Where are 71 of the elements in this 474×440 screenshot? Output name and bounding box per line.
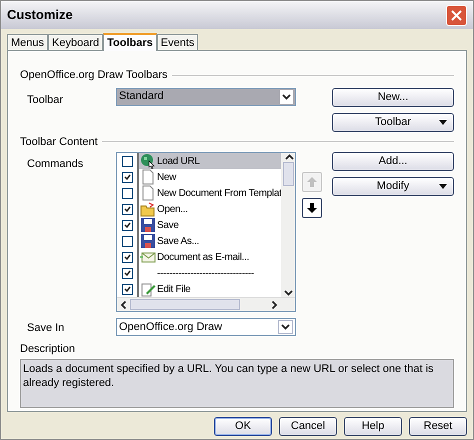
add-button[interactable]: Add...: [332, 152, 454, 171]
command-item[interactable]: Save As...: [117, 233, 281, 249]
folder-icon: [140, 201, 156, 217]
section-heading: Toolbar Content: [20, 134, 98, 150]
scroll-up-icon: [284, 154, 294, 160]
arrow-up-icon: [306, 176, 318, 188]
chevron-down-icon: [281, 324, 290, 330]
tab[interactable]: Toolbars: [103, 33, 157, 51]
caret-down-icon: [439, 184, 447, 189]
arrow-down-icon: [306, 202, 318, 214]
tab[interactable]: Keyboard: [48, 34, 104, 50]
save-in-select[interactable]: OpenOffice.org Draw: [116, 318, 296, 336]
checkbox[interactable]: [122, 220, 132, 230]
field-label: Commands: [26, 157, 84, 172]
command-label: Document as E-mail...: [157, 250, 250, 264]
window-title: Customize: [7, 6, 73, 24]
command-label: Save: [157, 218, 179, 232]
horizontal-scrollbar[interactable]: [117, 297, 295, 311]
tab[interactable]: Events: [156, 34, 198, 50]
close-icon: [451, 10, 462, 20]
description-box: Loads a document specified by a URL. You can type a new URL or select one that is already registered.: [20, 359, 454, 408]
scroll-left-icon: [120, 300, 126, 309]
toolbar-menu-button[interactable]: Toolbar: [332, 112, 454, 132]
scroll-thumb[interactable]: [130, 299, 240, 310]
check-icon: [124, 174, 130, 180]
checkbox[interactable]: [122, 172, 132, 182]
close-button[interactable]: [446, 4, 467, 26]
command-label: Edit File: [157, 282, 190, 296]
dialog-button[interactable]: Help: [344, 417, 402, 436]
checkbox[interactable]: [122, 236, 132, 246]
check-icon: [124, 286, 130, 292]
check-icon: [124, 222, 130, 228]
edit-page-icon: [140, 281, 156, 297]
command-label: New: [157, 170, 176, 184]
field-label: Save In: [26, 321, 66, 336]
checkbox[interactable]: [122, 204, 132, 214]
command-item[interactable]: Save: [117, 217, 281, 233]
toolbar-select[interactable]: Standard: [116, 88, 296, 106]
command-label: Load URL: [157, 154, 200, 168]
command-item[interactable]: Load URL: [117, 153, 281, 169]
command-label: Save As...: [157, 234, 200, 248]
vertical-scrollbar[interactable]: [281, 153, 295, 297]
checkbox[interactable]: [122, 268, 132, 278]
checkbox[interactable]: [122, 252, 132, 262]
dialog-button[interactable]: Reset: [409, 417, 467, 436]
command-item[interactable]: New: [117, 169, 281, 185]
move-down-button[interactable]: [302, 198, 322, 218]
caret-down-icon: [439, 120, 447, 124]
dialog-button[interactable]: Cancel: [279, 417, 337, 436]
scroll-thumb[interactable]: [282, 162, 294, 186]
checkbox[interactable]: [122, 156, 132, 166]
command-item[interactable]: Document as E-mail...: [117, 249, 281, 265]
modify-menu-button[interactable]: Modify: [332, 177, 454, 196]
checkbox[interactable]: [122, 188, 132, 198]
scroll-right-icon: [272, 300, 278, 309]
scroll-down-icon: [284, 290, 292, 296]
chevron-down-icon: [282, 94, 291, 100]
field-label: Description: [20, 342, 76, 356]
command-label: Open...: [157, 202, 188, 216]
command-label: --------------------------------: [157, 266, 254, 280]
new-button[interactable]: New...: [332, 88, 454, 106]
command-item[interactable]: Open...: [117, 201, 281, 217]
page-icon: [140, 185, 156, 201]
section-heading: OpenOffice.org Draw Toolbars: [20, 68, 168, 83]
dialog-button[interactable]: OK: [214, 417, 272, 436]
field-label: Toolbar: [26, 92, 64, 108]
tab[interactable]: Menus: [7, 34, 48, 50]
check-icon: [124, 206, 130, 212]
check-icon: [124, 254, 130, 260]
checkbox[interactable]: [122, 284, 132, 294]
check-icon: [124, 270, 130, 276]
